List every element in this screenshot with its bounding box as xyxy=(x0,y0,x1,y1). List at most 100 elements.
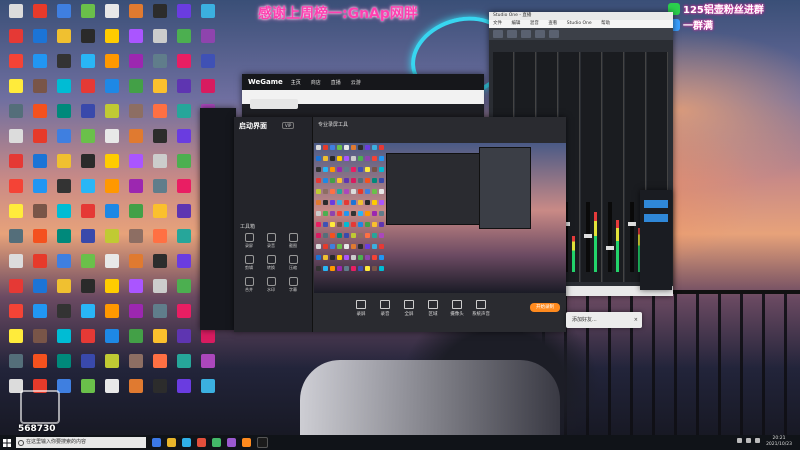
desktop-icon[interactable] xyxy=(28,204,52,228)
control-fullscreen[interactable]: 全屏 xyxy=(398,300,420,317)
desktop-icon[interactable] xyxy=(4,179,28,203)
desktop-icon[interactable] xyxy=(196,329,220,353)
desktop-icon[interactable] xyxy=(124,154,148,178)
desktop-icon[interactable] xyxy=(172,254,196,278)
desktop-icon[interactable] xyxy=(100,29,124,53)
close-icon[interactable]: × xyxy=(634,312,638,328)
studio-tool-button[interactable] xyxy=(535,30,545,38)
desktop-icon[interactable] xyxy=(52,154,76,178)
desktop-icon[interactable] xyxy=(124,229,148,253)
toolbox-item[interactable]: 水印 xyxy=(262,277,280,293)
desktop-icon[interactable] xyxy=(172,329,196,353)
desktop-icon[interactable] xyxy=(100,304,124,328)
desktop-icon[interactable] xyxy=(4,254,28,278)
desktop-icon[interactable] xyxy=(196,79,220,103)
sidebar-row[interactable] xyxy=(240,189,306,196)
desktop-icon[interactable] xyxy=(76,329,100,353)
toolbox-item[interactable]: 录屏 xyxy=(240,233,258,249)
desktop-icon[interactable] xyxy=(76,204,100,228)
start-button[interactable] xyxy=(0,435,14,450)
fader-knob[interactable] xyxy=(584,234,592,238)
desktop-icon[interactable] xyxy=(196,354,220,378)
taskbar-app-icon[interactable] xyxy=(227,438,236,447)
tray-icon[interactable] xyxy=(746,438,751,443)
desktop-icon[interactable] xyxy=(52,304,76,328)
desktop-icon[interactable] xyxy=(28,229,52,253)
desktop-icon[interactable] xyxy=(76,29,100,53)
control-region[interactable]: 区域 xyxy=(422,300,444,317)
taskbar-app-icon[interactable] xyxy=(197,438,206,447)
wegame-tab-live[interactable]: 直播 xyxy=(331,79,341,86)
desktop-icon[interactable] xyxy=(148,229,172,253)
desktop-icon[interactable] xyxy=(28,279,52,303)
desktop-icon[interactable] xyxy=(172,29,196,53)
wegame-tab-cloud[interactable]: 云游 xyxy=(351,79,361,86)
desktop-icon[interactable] xyxy=(196,54,220,78)
toolbox-item[interactable]: 压缩 xyxy=(284,255,302,271)
toolbox-item[interactable]: 截图 xyxy=(284,233,302,249)
desktop-icon[interactable] xyxy=(148,104,172,128)
desktop-icon[interactable] xyxy=(52,129,76,153)
taskbar-app-icon[interactable] xyxy=(182,438,191,447)
studio-tool-button[interactable] xyxy=(493,30,503,38)
desktop-icon[interactable] xyxy=(196,379,220,403)
desktop-icon[interactable] xyxy=(172,379,196,403)
toolbox-item[interactable]: 转换 xyxy=(262,255,280,271)
desktop-icon[interactable] xyxy=(28,129,52,153)
toolbox-item[interactable]: 合并 xyxy=(240,277,258,293)
desktop-icon[interactable] xyxy=(76,304,100,328)
desktop-icon[interactable] xyxy=(76,129,100,153)
desktop-icon[interactable] xyxy=(52,29,76,53)
sidebar-row[interactable] xyxy=(240,139,306,146)
desktop-icon[interactable] xyxy=(148,154,172,178)
desktop-icon[interactable] xyxy=(76,229,100,253)
game-window-button[interactable] xyxy=(644,214,668,222)
start-recording-button[interactable]: 开始录制 xyxy=(530,303,560,312)
desktop-icon[interactable] xyxy=(100,379,124,403)
desktop-icon[interactable] xyxy=(148,204,172,228)
desktop-icon[interactable] xyxy=(148,4,172,28)
desktop-icon[interactable] xyxy=(4,229,28,253)
desktop-icon[interactable] xyxy=(52,204,76,228)
control-system-sound[interactable]: 系统声音 xyxy=(470,300,492,317)
desktop-icon[interactable] xyxy=(76,354,100,378)
desktop-icon[interactable] xyxy=(28,254,52,278)
desktop-icon[interactable] xyxy=(196,29,220,53)
sidebar-row[interactable] xyxy=(240,159,306,166)
desktop-icon[interactable] xyxy=(4,304,28,328)
desktop-icon[interactable] xyxy=(172,154,196,178)
small-game-window[interactable] xyxy=(640,190,672,290)
desktop-icon[interactable] xyxy=(148,279,172,303)
desktop-icon[interactable] xyxy=(28,54,52,78)
desktop-icon[interactable] xyxy=(76,179,100,203)
taskbar-app-icon[interactable] xyxy=(212,438,221,447)
studio-menu-file[interactable]: 文件 xyxy=(493,21,502,26)
desktop-icon[interactable] xyxy=(4,129,28,153)
desktop-icon[interactable] xyxy=(4,354,28,378)
desktop-icon[interactable] xyxy=(100,4,124,28)
desktop-icon[interactable] xyxy=(4,329,28,353)
desktop-icon[interactable] xyxy=(148,304,172,328)
toolbox-item[interactable]: 剪辑 xyxy=(240,255,258,271)
desktop-icon[interactable] xyxy=(124,54,148,78)
studio-menu-help[interactable]: 帮助 xyxy=(601,21,610,26)
desktop-icon[interactable] xyxy=(100,204,124,228)
desktop-icon[interactable] xyxy=(148,329,172,353)
toolbox-item[interactable]: 录音 xyxy=(262,233,280,249)
control-record-screen[interactable]: 录屏 xyxy=(350,300,372,317)
fader-knob[interactable] xyxy=(606,246,614,250)
desktop-icon[interactable] xyxy=(124,279,148,303)
desktop-icon[interactable] xyxy=(52,229,76,253)
desktop-icon[interactable] xyxy=(172,104,196,128)
desktop-icon[interactable] xyxy=(4,79,28,103)
studio-menu-mix[interactable]: 混音 xyxy=(530,21,539,26)
wegame-tab-store[interactable]: 商店 xyxy=(311,79,321,86)
desktop-icon[interactable] xyxy=(52,4,76,28)
desktop-icon[interactable] xyxy=(76,4,100,28)
studio-tool-button[interactable] xyxy=(521,30,531,38)
desktop-icon[interactable] xyxy=(28,104,52,128)
taskbar-app-icon[interactable] xyxy=(242,438,251,447)
desktop-icon[interactable] xyxy=(172,204,196,228)
desktop-icon[interactable] xyxy=(76,154,100,178)
desktop-icon[interactable] xyxy=(148,129,172,153)
